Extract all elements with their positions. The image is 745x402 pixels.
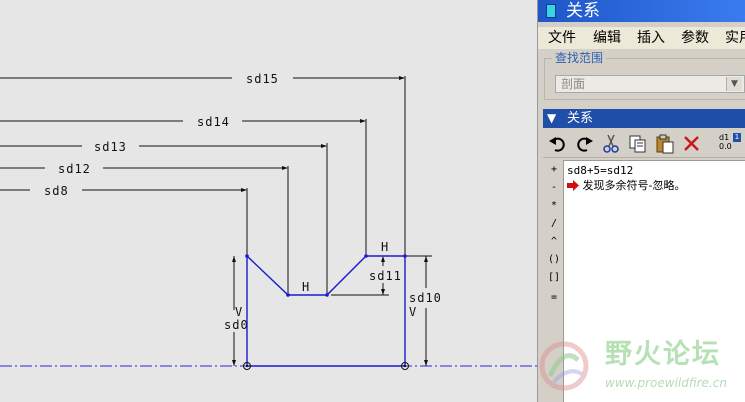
extension-lines	[246, 76, 406, 295]
operator-minus[interactable]: -	[543, 178, 565, 197]
constraint-h-top[interactable]: H	[381, 240, 389, 254]
dim-sd8[interactable]: sd8	[44, 184, 69, 198]
dim-sd14[interactable]: sd14	[197, 115, 230, 129]
relations-window: 关系 文件 编辑 插入 参数 实用 查找范围 剖面 ▼ ▼ 关系	[537, 0, 745, 402]
dim-sd10[interactable]: sd10	[409, 291, 442, 305]
relations-section-title: 关系	[567, 111, 594, 126]
show-dimensions-icon[interactable]: d1 0.0 1	[719, 133, 743, 155]
dim-sd12[interactable]: sd12	[58, 162, 91, 176]
warning-text: 发现多余符号-忽略。	[582, 179, 686, 192]
menu-edit[interactable]: 编辑	[593, 27, 621, 49]
menu-insert[interactable]: 插入	[637, 27, 665, 49]
operator-plus[interactable]: +	[543, 160, 565, 179]
constraint-h-bottom[interactable]: H	[302, 280, 310, 294]
dimension-arrows	[241, 76, 405, 192]
relation-warning: 发现多余符号-忽略。	[567, 179, 685, 193]
menu-bar: 文件 编辑 插入 参数 实用	[538, 27, 745, 49]
menu-parameters[interactable]: 参数	[681, 27, 709, 49]
window-title-bar[interactable]: 关系	[538, 0, 745, 22]
dim-sd15[interactable]: sd15	[246, 72, 279, 86]
constraint-v-right[interactable]: V	[409, 305, 417, 319]
window-icon	[546, 4, 556, 18]
paste-icon[interactable]	[654, 133, 676, 155]
sketch-svg[interactable]: sd15 sd14 sd13 sd12 sd8 sd0 sd10 sd11 H …	[0, 0, 537, 402]
dim-sd11[interactable]: sd11	[369, 269, 402, 283]
delete-icon[interactable]	[681, 133, 703, 155]
copy-icon[interactable]	[627, 133, 649, 155]
undo-icon[interactable]	[547, 133, 569, 155]
dims-badge: 1	[733, 133, 741, 142]
operator-parens[interactable]: ()	[543, 250, 565, 269]
operator-multiply[interactable]: *	[543, 196, 565, 215]
dim-sd0[interactable]: sd0	[224, 318, 249, 332]
operator-column: + - * / ^ () [] =	[543, 160, 565, 402]
constraint-v-left[interactable]: V	[235, 305, 243, 319]
sketch-canvas[interactable]: sd15 sd14 sd13 sd12 sd8 sd0 sd10 sd11 H …	[0, 0, 537, 402]
operator-brackets[interactable]: []	[543, 268, 565, 287]
redo-icon[interactable]	[573, 133, 595, 155]
collapse-triangle-icon[interactable]: ▼	[547, 111, 556, 126]
relation-line[interactable]: sd8+5=sd12	[567, 164, 633, 178]
relations-toolbar: d1 0.0 1	[543, 130, 745, 158]
look-in-select[interactable]: 剖面 ▼	[555, 75, 745, 93]
window-title: 关系	[566, 1, 600, 21]
look-in-value: 剖面	[561, 77, 586, 91]
dim-sd13[interactable]: sd13	[94, 140, 127, 154]
look-in-label: 查找范围	[552, 51, 607, 65]
relations-editor[interactable]: sd8+5=sd12 发现多余符号-忽略。	[563, 160, 745, 402]
operator-power[interactable]: ^	[543, 232, 565, 251]
operator-equals[interactable]: =	[543, 288, 565, 307]
chevron-down-icon[interactable]: ▼	[726, 77, 742, 91]
relations-section-header[interactable]: ▼ 关系	[543, 109, 745, 128]
dims-icon-top: d1	[719, 133, 730, 142]
menu-file[interactable]: 文件	[548, 27, 576, 49]
cut-icon[interactable]	[600, 133, 622, 155]
warning-arrow-icon	[567, 180, 579, 191]
menu-utilities[interactable]: 实用	[725, 27, 745, 49]
dims-icon-bottom: 0.0	[719, 142, 732, 151]
operator-divide[interactable]: /	[543, 214, 565, 233]
